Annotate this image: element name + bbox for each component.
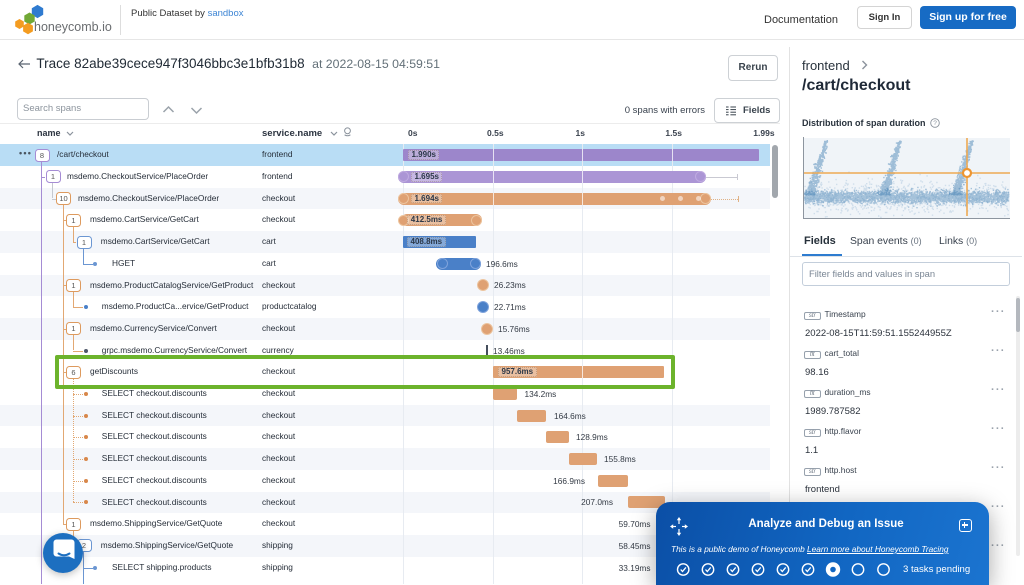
svg-text:?: ?: [933, 120, 937, 127]
